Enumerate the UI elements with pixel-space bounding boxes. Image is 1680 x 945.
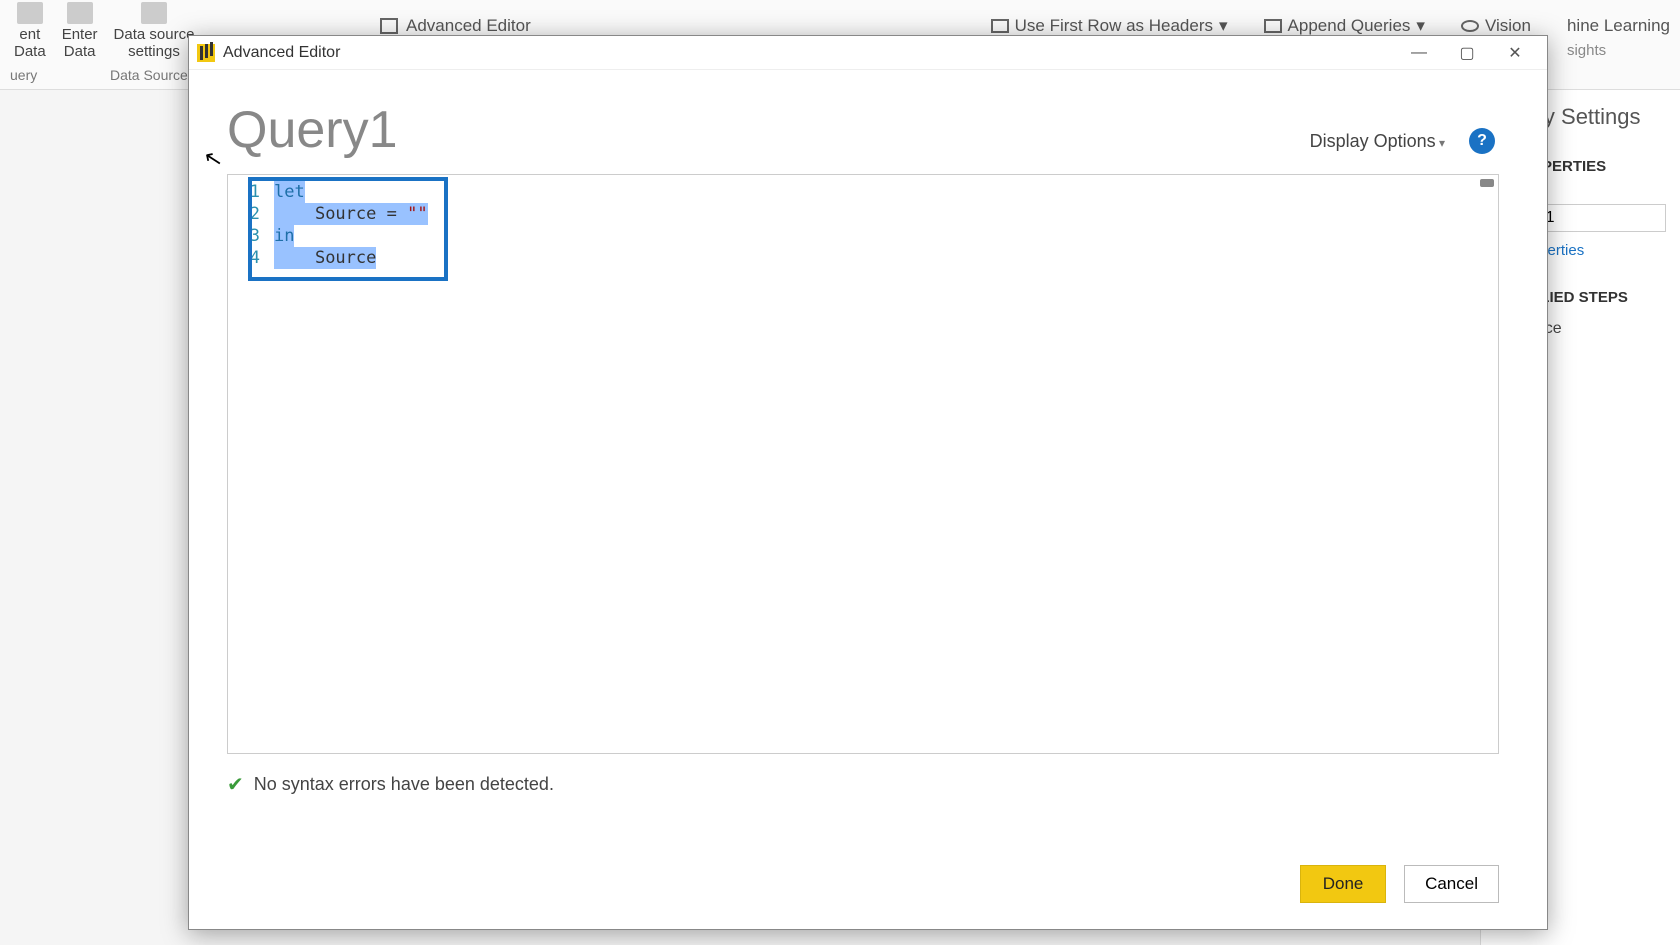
line-number: 4 — [236, 247, 260, 269]
maximize-button[interactable]: ▢ — [1443, 38, 1491, 68]
ribbon-btn-data-source-settings[interactable]: Data source settings — [114, 2, 195, 64]
code-keyword: in — [274, 225, 294, 247]
ribbon-label: Use First Row as Headers — [1015, 16, 1213, 36]
status-text: No syntax errors have been detected. — [254, 774, 554, 795]
code-line: 4 Source — [236, 247, 1490, 269]
dialog-titlebar[interactable]: Advanced Editor — ▢ ✕ — [189, 36, 1547, 70]
ribbon-btn-label: ent Data — [14, 26, 46, 60]
table-icon — [67, 2, 93, 24]
display-options-dropdown[interactable]: Display Options — [1310, 131, 1445, 152]
ribbon-append-queries[interactable]: Append Queries ▾ — [1254, 16, 1435, 36]
ribbon-machine-learning[interactable]: hine Learning sights — [1557, 16, 1680, 59]
ribbon-vision[interactable]: Vision — [1451, 16, 1541, 36]
code-editor[interactable]: 1 let 2 Source = "" 3 in 4 Source — [227, 174, 1499, 754]
syntax-status: ✔ No syntax errors have been detected. — [227, 772, 1499, 797]
cancel-button[interactable]: Cancel — [1404, 865, 1499, 903]
close-button[interactable]: ✕ — [1491, 38, 1539, 68]
ribbon-adv-label: Advanced Editor — [406, 16, 531, 36]
code-keyword: let — [274, 181, 305, 203]
clock-icon — [17, 2, 43, 24]
ribbon-btn-label: Data source settings — [114, 26, 195, 60]
code-area[interactable]: 1 let 2 Source = "" 3 in 4 Source — [228, 175, 1498, 275]
minimize-button[interactable]: — — [1395, 38, 1443, 68]
dialog-body: Query1 Display Options ? 1 let 2 Source … — [189, 70, 1547, 929]
ribbon-label: sights — [1567, 42, 1606, 59]
ribbon-group-label: Data Source — [110, 67, 188, 83]
scrollbar-thumb[interactable] — [1480, 179, 1494, 187]
dialog-buttons: Done Cancel — [1300, 865, 1499, 903]
line-number: 2 — [236, 203, 260, 225]
chevron-down-icon: ▾ — [1416, 16, 1425, 36]
code-line: 2 Source = "" — [236, 203, 1490, 225]
ribbon-use-first-row[interactable]: Use First Row as Headers ▾ — [981, 16, 1238, 36]
table-header-icon — [991, 19, 1009, 33]
dialog-title: Advanced Editor — [223, 44, 340, 62]
ribbon-btn-enter-data[interactable]: Enter Data — [62, 2, 98, 64]
document-icon — [380, 18, 398, 34]
line-number: 1 — [236, 181, 260, 203]
code-text: Source — [274, 247, 376, 269]
dialog-options-row: Display Options ? — [1310, 128, 1495, 154]
powerbi-logo-icon — [197, 44, 215, 62]
ribbon-label: hine Learning — [1567, 16, 1670, 36]
line-number: 3 — [236, 225, 260, 247]
ribbon-label: Vision — [1485, 16, 1531, 36]
eye-icon — [1461, 20, 1479, 32]
advanced-editor-dialog: Advanced Editor — ▢ ✕ Query1 Display Opt… — [188, 35, 1548, 930]
gear-icon — [141, 2, 167, 24]
code-text: Source = "" — [274, 203, 428, 225]
ribbon-btn-recent[interactable]: ent Data — [14, 2, 46, 64]
help-icon[interactable]: ? — [1469, 128, 1495, 154]
code-line: 1 let — [236, 181, 1490, 203]
done-button[interactable]: Done — [1300, 865, 1386, 903]
query-heading: Query1 — [227, 100, 1499, 160]
checkmark-icon: ✔ — [227, 772, 244, 797]
ribbon-group-label: uery — [10, 67, 37, 83]
ribbon-label: Append Queries — [1288, 16, 1411, 36]
ribbon-advanced-editor[interactable]: Advanced Editor — [380, 16, 531, 36]
code-line: 3 in — [236, 225, 1490, 247]
ribbon-btn-label: Enter Data — [62, 26, 98, 60]
append-icon — [1264, 19, 1282, 33]
chevron-down-icon: ▾ — [1219, 16, 1228, 36]
